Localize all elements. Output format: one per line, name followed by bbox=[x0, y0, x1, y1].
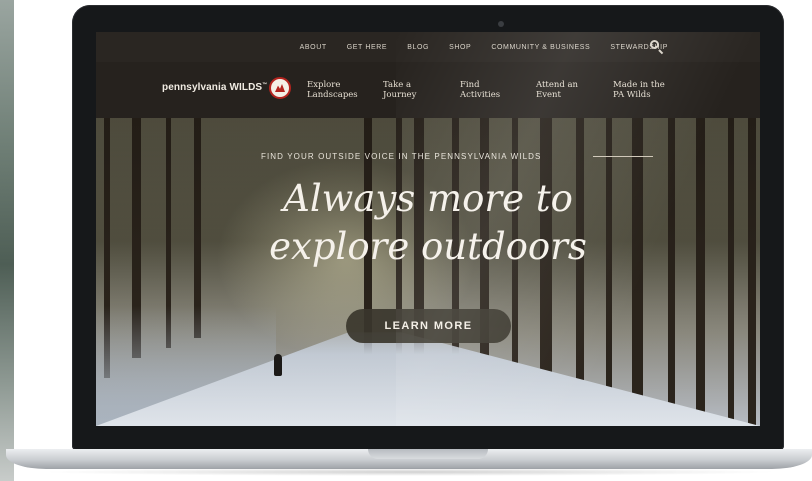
main-nav-made-in-pa-wilds[interactable]: Made in the PA Wilds bbox=[613, 80, 683, 100]
hero-headline-line: Always more to bbox=[283, 177, 573, 220]
main-nav-label: Activities bbox=[460, 90, 501, 100]
main-nav-label: Attend an bbox=[536, 80, 579, 90]
laptop-screen: ABOUT GET HERE BLOG SHOP COMMUNITY & BUS… bbox=[96, 32, 760, 426]
laptop-shadow bbox=[40, 468, 780, 476]
logo-trademark: ™ bbox=[262, 82, 268, 88]
main-nav-explore-landscapes[interactable]: Explore Landscapes bbox=[307, 80, 377, 100]
main-nav-label: Event bbox=[536, 90, 561, 100]
background-forest-blur bbox=[0, 0, 14, 481]
camera-icon bbox=[498, 21, 504, 27]
hero-headline: Always more to explore outdoors bbox=[96, 175, 760, 271]
main-nav-label: Find bbox=[460, 80, 480, 90]
main-nav-attend-an-event[interactable]: Attend an Event bbox=[536, 80, 606, 100]
learn-more-button[interactable]: LEARN MORE bbox=[346, 309, 511, 343]
nav-link-blog[interactable]: BLOG bbox=[407, 44, 429, 51]
main-nav-label: Explore bbox=[307, 80, 341, 90]
hero-tagline: FIND YOUR OUTSIDE VOICE IN THE PENNSYLVA… bbox=[261, 152, 542, 161]
hero-headline-line: explore outdoors bbox=[269, 225, 587, 268]
utility-nav: ABOUT GET HERE BLOG SHOP COMMUNITY & BUS… bbox=[96, 32, 760, 62]
main-nav-label: Made in the bbox=[613, 80, 665, 90]
main-nav-label: PA Wilds bbox=[613, 90, 651, 100]
hero-shade bbox=[96, 118, 760, 426]
main-nav-label: Journey bbox=[383, 90, 417, 100]
main-nav-take-a-journey[interactable]: Take a Journey bbox=[383, 80, 453, 100]
search-icon[interactable] bbox=[650, 40, 659, 49]
nav-link-shop[interactable]: SHOP bbox=[449, 44, 471, 51]
tagline-divider bbox=[593, 156, 653, 157]
nav-link-get-here[interactable]: GET HERE bbox=[347, 44, 387, 51]
main-nav-find-activities[interactable]: Find Activities bbox=[460, 80, 530, 100]
site-logo[interactable]: pennsylvania WILDS™ bbox=[162, 82, 267, 93]
laptop-base-notch bbox=[368, 449, 488, 459]
nav-link-community-business[interactable]: COMMUNITY & BUSINESS bbox=[491, 44, 590, 51]
hero-image bbox=[96, 118, 760, 426]
main-nav-bar: pennsylvania WILDS™ Explore Landscapes T… bbox=[96, 62, 760, 118]
logo-text: pennsylvania WILDS bbox=[162, 82, 263, 93]
pa-wilds-emblem-icon[interactable] bbox=[269, 77, 291, 99]
main-nav-label: Take a bbox=[383, 80, 412, 90]
nav-link-about[interactable]: ABOUT bbox=[300, 44, 327, 51]
main-nav-label: Landscapes bbox=[307, 90, 358, 100]
